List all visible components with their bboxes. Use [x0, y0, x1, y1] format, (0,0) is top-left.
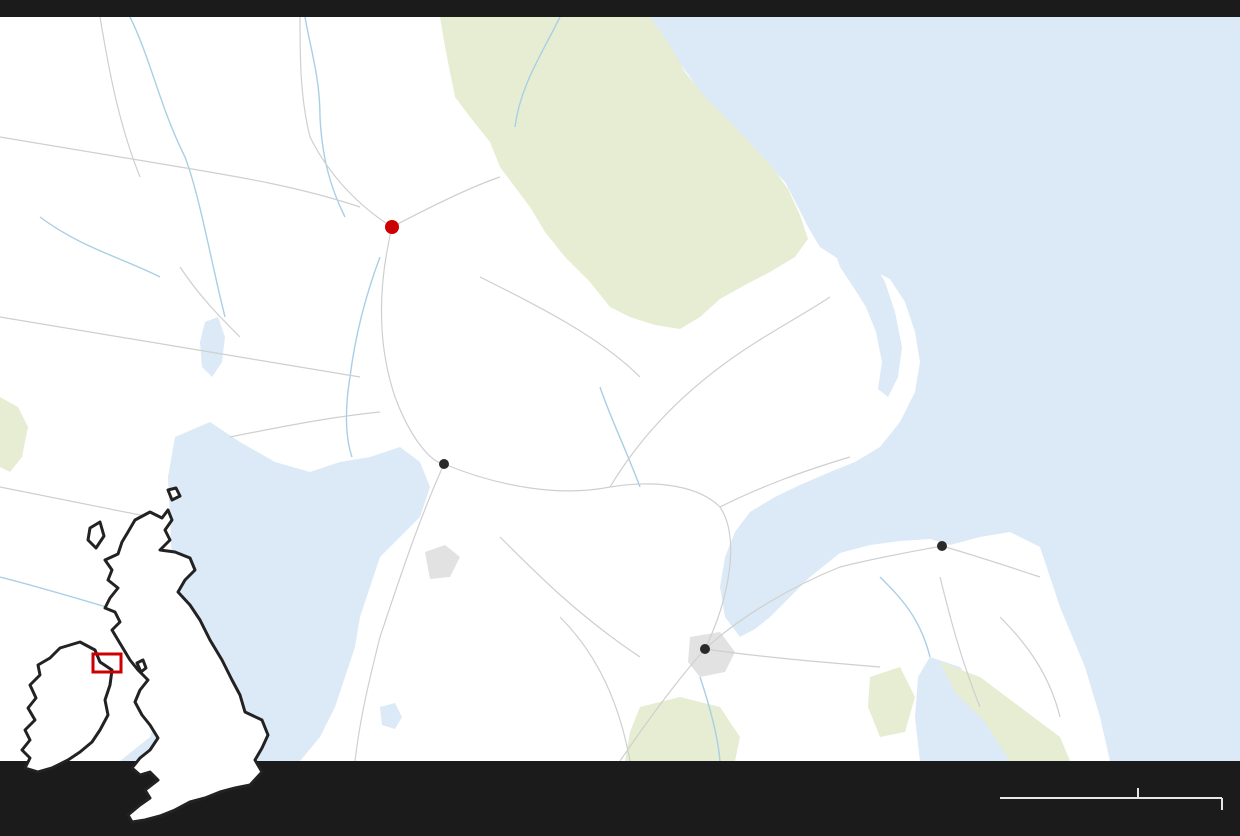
town-marker-2[interactable] [700, 644, 710, 654]
orkney-outline [166, 486, 182, 502]
town-marker-3[interactable] [937, 541, 947, 551]
town-marker-1[interactable] [439, 459, 449, 469]
top-frame-bar [0, 0, 1240, 17]
map-figure [0, 0, 1240, 836]
hebrides-outline [86, 520, 106, 550]
primary-location-marker[interactable] [385, 220, 399, 234]
great-britain-outline [103, 508, 270, 824]
ireland-outline [20, 640, 114, 774]
locator-inset [20, 486, 270, 824]
